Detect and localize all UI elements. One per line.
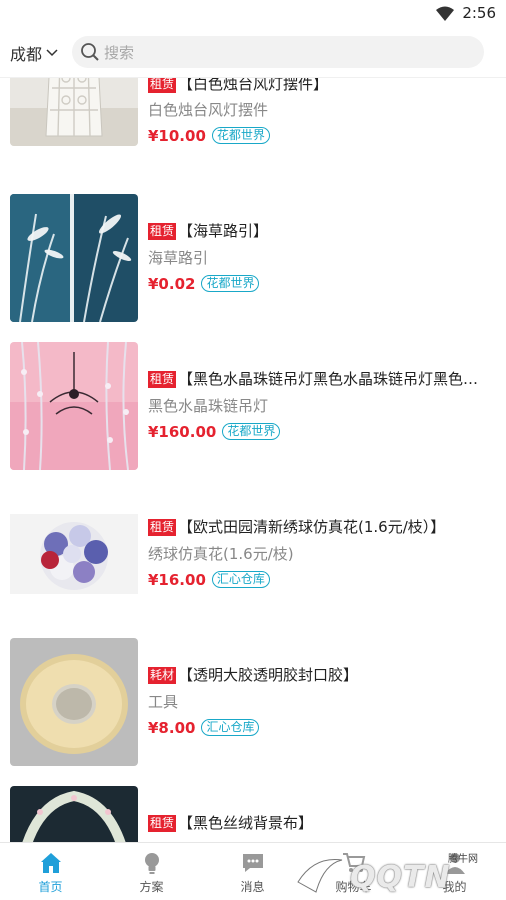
status-bar: 2:56 bbox=[0, 0, 506, 28]
list-item[interactable]: 租赁 【欧式田园清新绣球仿真花(1.6元/枝）】 绣球仿真花(1.6元/枝) ¥… bbox=[0, 490, 506, 638]
status-time: 2:56 bbox=[462, 4, 496, 22]
app-screen: { "status_bar": { "time": "2:56" }, "hea… bbox=[0, 0, 506, 900]
product-subtitle: 绣球仿真花(1.6元/枝) bbox=[148, 545, 294, 563]
product-subtitle: 白色烛台风灯摆件 bbox=[148, 101, 269, 119]
tab-home[interactable]: 首页 bbox=[0, 843, 101, 900]
product-tag: 租赁 bbox=[148, 815, 177, 832]
product-subtitle: 工具 bbox=[148, 693, 179, 711]
product-price: ¥8.00 bbox=[148, 719, 196, 737]
product-title: 【黑色丝绒背景布】 bbox=[178, 814, 314, 832]
product-image-crystal-chandelier[interactable] bbox=[10, 342, 138, 470]
product-tag: 租赁 bbox=[148, 76, 177, 93]
product-tag: 耗材 bbox=[148, 667, 177, 684]
tab-plan[interactable]: 方案 bbox=[101, 843, 202, 900]
watermark-small-text: 腾牛网 bbox=[448, 854, 478, 865]
product-title: 【欧式田园清新绣球仿真花(1.6元/枝）】 bbox=[178, 518, 446, 536]
list-item[interactable]: 租赁 【海草路引】 海草路引 ¥0.02 花都世界 bbox=[0, 194, 506, 342]
product-price-row: ¥0.02 花都世界 bbox=[148, 274, 260, 294]
product-title: 【海草路引】 bbox=[178, 222, 269, 240]
home-icon bbox=[41, 853, 61, 873]
product-price-row: ¥16.00 汇心仓库 bbox=[148, 570, 270, 590]
product-price-row: ¥8.00 汇心仓库 bbox=[148, 718, 260, 738]
tab-label: 消息 bbox=[240, 880, 265, 894]
list-item[interactable]: 租赁 【黑色水晶珠链吊灯黑色水晶珠链吊灯黑色… 黑色水晶珠链吊灯 ¥160.00… bbox=[0, 342, 506, 490]
shop-badge[interactable]: 汇心仓库 bbox=[201, 719, 260, 736]
product-price-row: ¥10.00 花都世界 bbox=[148, 126, 270, 146]
product-title: 【黑色水晶珠链吊灯黑色水晶珠链吊灯黑色… bbox=[178, 370, 479, 388]
product-price: ¥16.00 bbox=[148, 571, 206, 589]
tab-messages[interactable]: 消息 bbox=[202, 843, 303, 900]
shop-badge[interactable]: 花都世界 bbox=[211, 127, 270, 144]
shop-badge[interactable]: 花都世界 bbox=[201, 275, 260, 292]
product-subtitle: 海草路引 bbox=[148, 249, 209, 267]
watermark-logo: QQTN 腾牛网 bbox=[290, 846, 504, 898]
top-bar: 成都 搜索 bbox=[0, 28, 506, 78]
search-icon bbox=[81, 43, 99, 61]
city-selector[interactable]: 成都 bbox=[10, 41, 58, 65]
list-item[interactable]: 耗材 【透明大胶透明胶封口胶】 工具 ¥8.00 汇心仓库 bbox=[0, 638, 506, 786]
city-label: 成都 bbox=[10, 45, 43, 64]
shop-badge[interactable]: 花都世界 bbox=[222, 423, 281, 440]
product-title: 【透明大胶透明胶封口胶】 bbox=[178, 666, 359, 684]
wifi-icon bbox=[436, 6, 454, 21]
chevron-down-icon bbox=[46, 49, 58, 57]
shop-badge[interactable]: 汇心仓库 bbox=[211, 571, 270, 588]
product-image-hydrangea-ball[interactable] bbox=[10, 490, 138, 618]
lightbulb-icon bbox=[145, 853, 159, 874]
tab-label: 首页 bbox=[38, 880, 63, 894]
product-image-seagrass-road-guide[interactable] bbox=[10, 194, 138, 322]
product-price: ¥160.00 bbox=[148, 423, 217, 441]
watermark-swoosh-icon bbox=[297, 858, 343, 893]
product-image-packing-tape[interactable] bbox=[10, 638, 138, 766]
product-price: ¥10.00 bbox=[148, 127, 206, 145]
product-tag: 租赁 bbox=[148, 371, 177, 388]
tab-label: 方案 bbox=[139, 880, 164, 894]
product-price-row: ¥160.00 花都世界 bbox=[148, 422, 281, 442]
product-tag: 租赁 bbox=[148, 519, 177, 536]
search-input[interactable]: 搜索 bbox=[72, 36, 484, 68]
watermark-text: QQTN bbox=[350, 860, 451, 895]
message-icon bbox=[243, 854, 263, 872]
product-tag: 租赁 bbox=[148, 223, 177, 240]
product-list[interactable]: 租赁 【白色烛台风灯摆件】 白色烛台风灯摆件 ¥10.00 花都世界 租赁 【海… bbox=[0, 0, 506, 900]
product-subtitle: 黑色水晶珠链吊灯 bbox=[148, 397, 269, 415]
product-price: ¥0.02 bbox=[148, 275, 196, 293]
search-placeholder: 搜索 bbox=[104, 43, 135, 62]
